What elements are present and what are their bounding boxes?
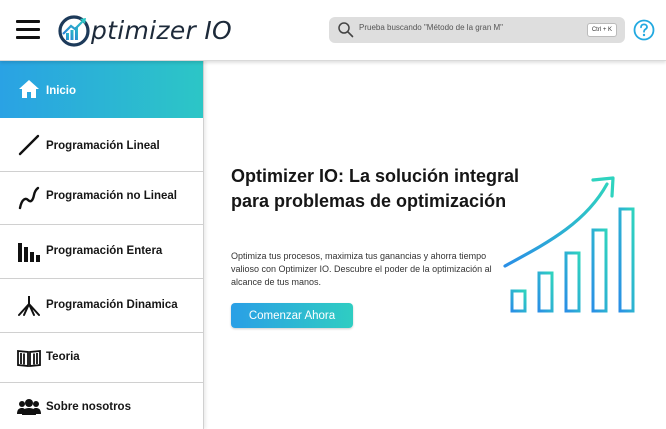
home-icon	[16, 76, 42, 102]
help-icon[interactable]	[633, 19, 655, 41]
line-icon	[16, 132, 42, 158]
sidebar-item-inicio[interactable]: Inicio	[0, 61, 203, 118]
users-icon	[16, 394, 42, 420]
sidebar-item-label: Programación Lineal	[46, 140, 160, 152]
sidebar-item-programacion-dinamica[interactable]: Programación Dinamica	[0, 279, 203, 333]
sidebar-item-programacion-entera[interactable]: Programación Entera	[0, 225, 203, 279]
logo-text: ptimizer IO	[91, 16, 232, 45]
search-placeholder: Prueba buscando "Método de la gran M"	[359, 23, 503, 32]
sidebar-item-teoria[interactable]: Teoria	[0, 333, 203, 383]
menu-icon[interactable]	[16, 19, 40, 41]
sidebar-item-programacion-lineal[interactable]: Programación Lineal	[0, 118, 203, 172]
curve-icon	[16, 185, 42, 211]
sidebar-item-label: Teoria	[46, 351, 80, 363]
sidebar-item-programacion-no-lineal[interactable]: Programación no Lineal	[0, 172, 203, 225]
sidebar: Inicio Programación Lineal Programación …	[0, 61, 204, 429]
start-now-button[interactable]: Comenzar Ahora	[231, 303, 353, 328]
hero-title: Optimizer IO: La solución integral para …	[231, 166, 520, 211]
sidebar-item-label: Programación Dinamica	[46, 299, 178, 311]
search-icon	[338, 22, 354, 38]
growth-chart-illustration	[496, 176, 642, 314]
sidebar-item-label: Sobre nosotros	[46, 401, 131, 413]
top-bar: ptimizer IO Prueba buscando "Método de l…	[0, 0, 666, 61]
tree-icon	[16, 293, 42, 319]
sidebar-item-label: Programación no Lineal	[46, 190, 177, 202]
search-shortcut-badge: Ctrl + K	[586, 23, 617, 37]
search-input[interactable]: Prueba buscando "Método de la gran M" Ct…	[329, 17, 625, 43]
bar-chart-icon	[16, 239, 42, 265]
sidebar-item-label: Programación Entera	[46, 245, 163, 257]
logo-icon	[58, 15, 90, 47]
app-logo[interactable]: ptimizer IO	[57, 13, 232, 49]
sidebar-item-label: Inicio	[46, 85, 77, 97]
sidebar-item-sobre-nosotros[interactable]: Sobre nosotros	[0, 383, 203, 429]
hero-description: Optimiza tus procesos, maximiza tus gana…	[231, 251, 492, 287]
book-icon	[16, 345, 42, 371]
